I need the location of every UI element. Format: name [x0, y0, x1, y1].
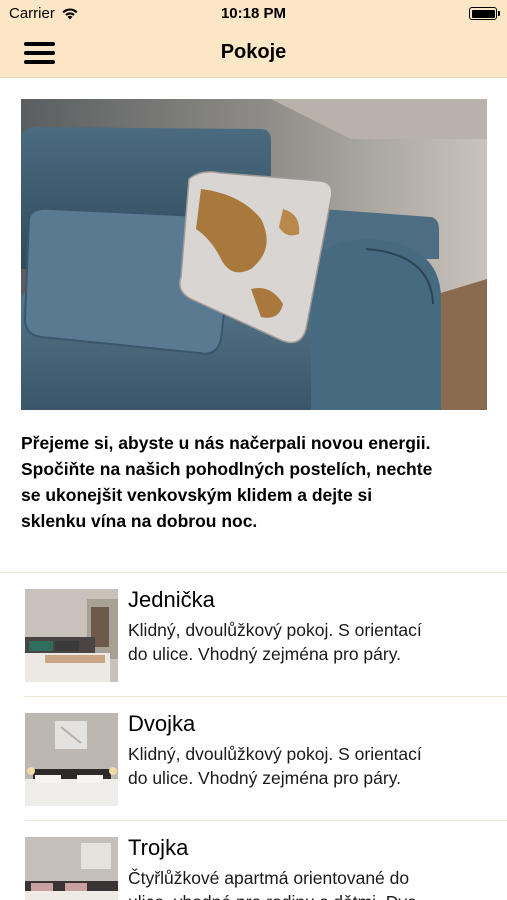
room-list-item-dvojka[interactable]: Dvojka Klidný, dvoulůžkový pokoj. S orie…	[0, 697, 507, 817]
room-thumbnail	[25, 713, 118, 806]
room-thumbnail	[25, 589, 118, 682]
room-thumbnail	[25, 837, 118, 900]
room-list-item-trojka[interactable]: Trojka Čtyřlůžkové apartmá orientované d…	[0, 821, 507, 900]
room-description: Čtyřlůžkové apartmá orientované do ulice…	[128, 866, 488, 900]
room-name: Trojka	[128, 835, 189, 860]
hero-sofa-image	[21, 99, 487, 410]
room-desc-line: Klidný, dvoulůžkový pokoj. S orientací	[128, 620, 422, 640]
page-title: Pokoje	[220, 41, 287, 63]
room-desc-line: do ulice. Vhodný zejména pro páry.	[128, 768, 402, 788]
status-bar: Carrier 10:18 PM	[0, 0, 507, 28]
room-desc-line: ulice, vhodné pro rodinu s dětmi. Dva	[128, 890, 488, 900]
room-desc-line: Čtyřlůžkové apartmá orientované do	[128, 868, 410, 888]
room-description: Klidný, dvoulůžkový pokoj. S orientací d…	[128, 618, 488, 666]
room-description: Klidný, dvoulůžkový pokoj. S orientací d…	[128, 742, 488, 790]
room-desc-line: do ulice. Vhodný zejména pro páry.	[128, 644, 402, 664]
room-desc-line: Klidný, dvoulůžkový pokoj. S orientací	[128, 744, 422, 764]
status-time: 10:18 PM	[220, 5, 287, 22]
intro-line: Přejeme si, abyste u nás načerpali novou…	[21, 433, 431, 453]
room-name: Dvojka	[128, 711, 196, 736]
intro-text: Přejeme si, abyste u nás načerpali novou…	[21, 430, 491, 534]
navigation-bar: Pokoje	[0, 28, 507, 78]
battery-icon	[469, 7, 500, 20]
intro-line: Spočiňte na našich pohodlných postelích,…	[21, 459, 433, 479]
intro-line: se ukonejšit venkovským klidem a dejte s…	[21, 485, 373, 505]
intro-line: sklenku vína na dobrou noc.	[21, 511, 258, 531]
room-list-item-jednicka[interactable]: Jednička Klidný, dvoulůžkový pokoj. S or…	[0, 573, 507, 693]
room-name: Jednička	[128, 587, 215, 612]
